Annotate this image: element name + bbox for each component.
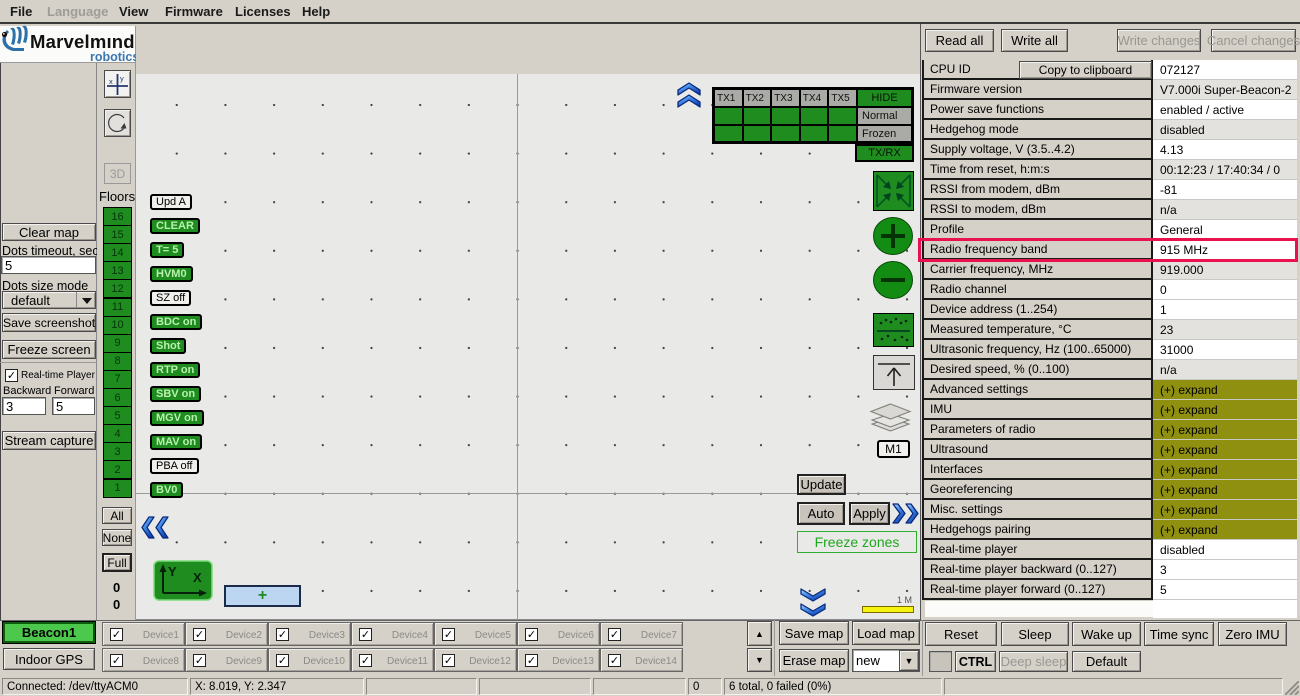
svg-text:X: X <box>193 570 202 585</box>
svg-text:y: y <box>120 74 124 83</box>
svg-text:Y: Y <box>168 564 177 579</box>
svg-text:x: x <box>109 77 113 86</box>
